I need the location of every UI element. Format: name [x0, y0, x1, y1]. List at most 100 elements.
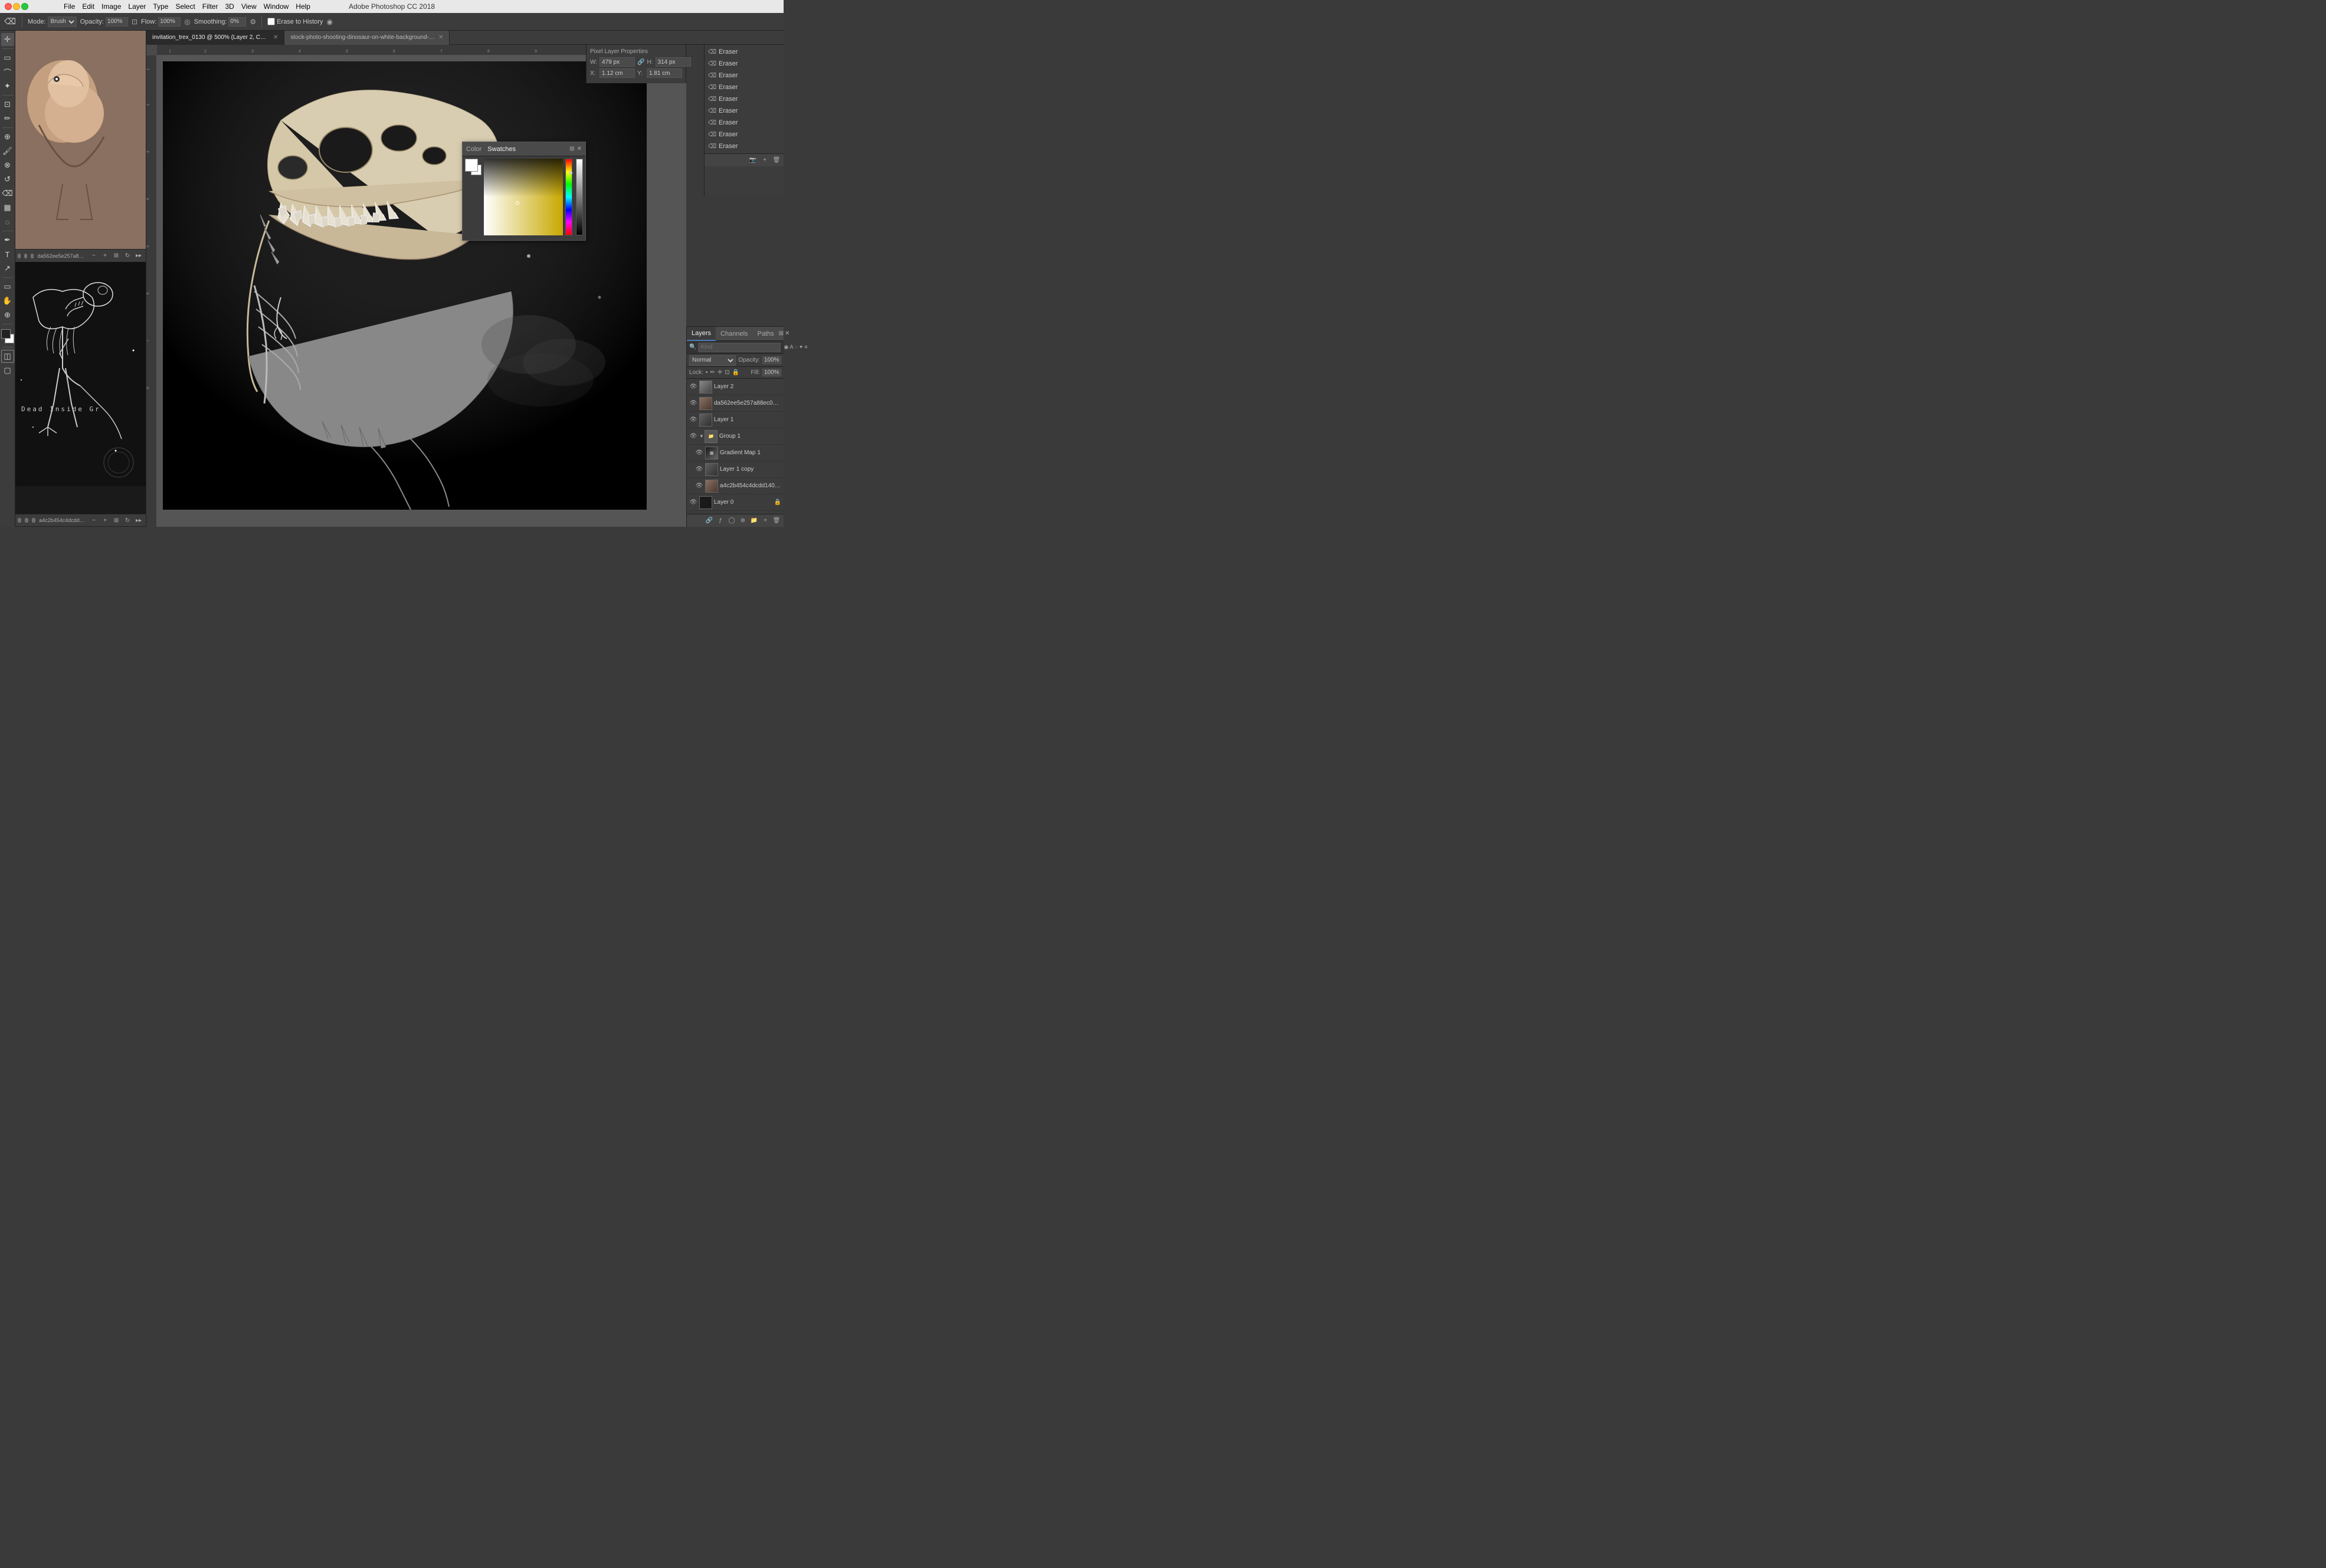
layers-panel-close[interactable]: ✕: [785, 330, 789, 337]
history-item-7[interactable]: ⌫ Eraser: [705, 129, 784, 140]
tab-invitation-trex[interactable]: invitation_trex_0130 @ 500% (Layer 2, CM…: [146, 31, 284, 45]
tab-close-1[interactable]: ✕: [438, 34, 443, 41]
opacity-value[interactable]: [762, 356, 781, 364]
add-style-btn[interactable]: ƒ: [716, 516, 725, 526]
menu-view[interactable]: View: [241, 2, 257, 11]
tool-preset-icon[interactable]: ◉: [326, 18, 332, 26]
eraser-tool-btn[interactable]: ⌫: [1, 187, 14, 200]
tab-close-0[interactable]: ✕: [273, 34, 278, 41]
gradient-tool[interactable]: ▦: [1, 201, 14, 214]
zoom-in-btn[interactable]: +: [100, 251, 110, 261]
delete-layer-btn[interactable]: 🗑: [772, 516, 781, 526]
layer-eye-group1[interactable]: 👁: [689, 432, 697, 441]
layer-eye-layer1[interactable]: 👁: [689, 416, 697, 424]
lock-transparent-btn[interactable]: ▪: [706, 369, 708, 376]
layers-filter-btn-2[interactable]: A: [789, 344, 793, 350]
menu-3d[interactable]: 3D: [225, 2, 234, 11]
layer-item-photo[interactable]: 👁 da562ee5e257a88ec00827a...: [687, 395, 784, 412]
menu-select[interactable]: Select: [175, 2, 195, 11]
type-tool[interactable]: T: [1, 248, 14, 261]
lock-all-btn[interactable]: 🔒: [732, 369, 739, 376]
menu-window[interactable]: Window: [264, 2, 289, 11]
hand-tool[interactable]: ✋: [1, 294, 14, 307]
color-panel-expand[interactable]: ⊞: [569, 146, 574, 152]
erase-to-history-toggle[interactable]: Erase to History: [267, 18, 323, 25]
fit-btn[interactable]: ⊞: [112, 251, 121, 261]
w-input[interactable]: [599, 57, 635, 67]
healing-tool[interactable]: ⊕: [1, 130, 14, 143]
layer-item-layer1copy[interactable]: 👁 Layer 1 copy: [687, 461, 784, 478]
history-item-2[interactable]: ⌫ Eraser: [705, 70, 784, 81]
lasso-tool[interactable]: ⌒: [1, 65, 14, 78]
layers-mode-select[interactable]: Normal: [689, 355, 736, 366]
hue-slider[interactable]: [565, 159, 572, 235]
layers-tab-paths[interactable]: Paths: [753, 327, 779, 341]
history-item-4[interactable]: ⌫ Eraser: [705, 93, 784, 105]
layer-item-layer2[interactable]: 👁 Layer 2: [687, 379, 784, 395]
fg-swatch[interactable]: [465, 159, 478, 172]
history-item-8[interactable]: ⌫ Eraser: [705, 140, 784, 152]
layers-panel-expand[interactable]: ⊞: [779, 330, 784, 337]
history-item-1[interactable]: ⌫ Eraser: [705, 58, 784, 70]
lock-position-btn[interactable]: ✛: [718, 369, 722, 376]
spectrum-bar[interactable]: [576, 159, 583, 235]
mode-select[interactable]: Brush: [48, 17, 77, 27]
rotate-btn[interactable]: ↻: [123, 251, 132, 261]
menu-type[interactable]: Type: [153, 2, 168, 11]
zoom-out-btn-b[interactable]: −: [89, 516, 99, 525]
fill-value[interactable]: [762, 369, 781, 376]
quick-mask-btn[interactable]: ◫: [1, 350, 14, 363]
smoothing-settings-icon[interactable]: ⚙: [250, 18, 256, 26]
h-input[interactable]: [656, 57, 691, 67]
history-item-3[interactable]: ⌫ Eraser: [705, 81, 784, 93]
lock-image-btn[interactable]: ✏: [710, 369, 715, 376]
layer-eye-layer0[interactable]: 👁: [689, 498, 697, 507]
zoom-in-btn-b[interactable]: +: [100, 516, 110, 525]
layer-eye-layer1copy[interactable]: 👁: [695, 465, 703, 474]
layers-tab-channels[interactable]: Channels: [716, 327, 752, 341]
history-item-5[interactable]: ⌫ Eraser: [705, 105, 784, 117]
layer-item-layer1[interactable]: 👁 Layer 1: [687, 412, 784, 428]
layers-filter-btn-3[interactable]: ◌: [794, 344, 797, 350]
menu-image[interactable]: Image: [101, 2, 121, 11]
layer-item-layer0[interactable]: 👁 Layer 0 🔒: [687, 494, 784, 511]
layer-item-gradient[interactable]: 👁 ▦ Gradient Map 1: [687, 445, 784, 461]
add-layer-btn[interactable]: +: [761, 516, 770, 526]
new-snapshot-btn[interactable]: 📷: [748, 156, 758, 165]
layers-search-input[interactable]: [698, 343, 781, 352]
minimize-btn[interactable]: [13, 3, 20, 10]
history-item-0[interactable]: ⌫ Eraser: [705, 46, 784, 58]
new-state-btn[interactable]: +: [760, 156, 769, 165]
erase-history-checkbox[interactable]: [267, 18, 275, 25]
layer-eye-photo[interactable]: 👁: [689, 399, 697, 408]
swatches-tab[interactable]: Swatches: [487, 146, 516, 153]
more-btn[interactable]: ▸▸: [134, 251, 143, 261]
layers-filter-btn-1[interactable]: ◉: [784, 344, 788, 350]
quick-select-tool[interactable]: ✦: [1, 80, 14, 93]
color-gradient-picker[interactable]: [484, 159, 563, 235]
layers-tab-layers[interactable]: Layers: [687, 327, 716, 341]
screen-mode-btn[interactable]: ▢: [1, 364, 14, 377]
path-select-tool[interactable]: ↗: [1, 262, 14, 275]
menu-help[interactable]: Help: [296, 2, 310, 11]
opacity-input[interactable]: [106, 17, 128, 27]
fit-btn-b[interactable]: ⊞: [112, 516, 121, 525]
brush-tool[interactable]: 🖌: [1, 145, 14, 158]
pressure-icon[interactable]: ⊡: [132, 18, 137, 26]
menu-edit[interactable]: Edit: [82, 2, 94, 11]
fg-bg-swatches[interactable]: [465, 159, 481, 175]
menu-file[interactable]: File: [64, 2, 75, 11]
shape-tool[interactable]: ▭: [1, 280, 14, 293]
menu-layer[interactable]: Layer: [128, 2, 146, 11]
delete-state-btn[interactable]: 🗑: [772, 156, 781, 165]
add-group-btn[interactable]: 📁: [749, 516, 759, 526]
layer-eye-gradient[interactable]: 👁: [695, 449, 703, 457]
more-btn-b[interactable]: ▸▸: [134, 516, 143, 525]
crop-tool[interactable]: ⊡: [1, 98, 14, 111]
layers-filter-btn-4[interactable]: ✦: [799, 344, 804, 350]
smoothing-input[interactable]: [228, 17, 246, 27]
pen-tool[interactable]: ✒: [1, 234, 14, 247]
x-input[interactable]: [599, 68, 635, 78]
y-input[interactable]: [647, 68, 682, 78]
eyedropper-tool[interactable]: ✏: [1, 112, 14, 125]
